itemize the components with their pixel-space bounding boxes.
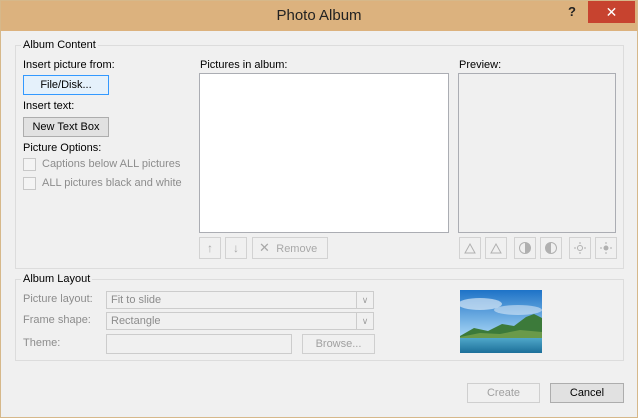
dialog-content: Album Content Insert picture from: File/… bbox=[9, 31, 631, 411]
album-content-label: Album Content bbox=[21, 39, 98, 51]
chevron-down-icon: ∨ bbox=[356, 292, 373, 308]
move-up-button[interactable]: ↑ bbox=[199, 237, 221, 259]
remove-x-icon: ✕ bbox=[259, 240, 270, 255]
arrow-down-icon: ↓ bbox=[233, 241, 239, 255]
brightness-up-icon bbox=[574, 242, 586, 254]
dialog-title: Photo Album bbox=[276, 7, 362, 24]
help-button[interactable]: ? bbox=[558, 1, 586, 23]
frame-shape-select[interactable]: Rectangle ∨ bbox=[106, 312, 374, 330]
insert-picture-label: Insert picture from: bbox=[23, 59, 115, 71]
chevron-down-icon: ∨ bbox=[356, 313, 373, 329]
album-layout-label: Album Layout bbox=[21, 273, 93, 285]
rotate-left-button[interactable] bbox=[459, 237, 481, 259]
contrast-up-icon bbox=[519, 242, 531, 254]
picture-layout-value: Fit to slide bbox=[111, 294, 162, 306]
rotate-right-icon bbox=[490, 242, 502, 254]
contrast-up-button[interactable] bbox=[514, 237, 536, 259]
frame-shape-label: Frame shape: bbox=[23, 314, 91, 326]
theme-label: Theme: bbox=[23, 337, 61, 349]
picture-layout-label: Picture layout: bbox=[23, 293, 93, 305]
preview-label: Preview: bbox=[459, 59, 502, 71]
brightness-down-icon bbox=[600, 242, 612, 254]
move-down-button[interactable]: ↓ bbox=[225, 237, 247, 259]
create-button[interactable]: Create bbox=[467, 383, 540, 403]
browse-button[interactable]: Browse... bbox=[302, 334, 375, 354]
frame-shape-value: Rectangle bbox=[111, 315, 161, 327]
captions-checkbox-label: Captions below ALL pictures bbox=[42, 158, 181, 170]
layout-preview-thumbnail bbox=[460, 290, 542, 353]
captions-checkbox[interactable] bbox=[23, 158, 36, 171]
rotate-right-button[interactable] bbox=[485, 237, 507, 259]
remove-button[interactable]: ✕ Remove bbox=[252, 237, 328, 259]
layout-preview-image bbox=[460, 290, 542, 353]
new-text-box-button[interactable]: New Text Box bbox=[23, 117, 109, 137]
black-white-checkbox-label: ALL pictures black and white bbox=[42, 177, 182, 189]
brightness-up-button[interactable] bbox=[569, 237, 591, 259]
brightness-down-button[interactable] bbox=[595, 237, 617, 259]
theme-input[interactable] bbox=[106, 334, 292, 354]
photo-album-dialog: Photo Album ? ✕ Album Content Insert pic… bbox=[0, 0, 638, 418]
pictures-in-album-label: Pictures in album: bbox=[200, 59, 288, 71]
close-button[interactable]: ✕ bbox=[588, 1, 635, 23]
arrow-up-icon: ↑ bbox=[207, 241, 213, 255]
insert-text-label: Insert text: bbox=[23, 100, 75, 112]
contrast-down-icon bbox=[545, 242, 557, 254]
black-white-checkbox[interactable] bbox=[23, 177, 36, 190]
preview-pane bbox=[458, 73, 616, 233]
picture-options-label: Picture Options: bbox=[23, 142, 102, 154]
picture-layout-select[interactable]: Fit to slide ∨ bbox=[106, 291, 374, 309]
remove-button-label: Remove bbox=[276, 243, 318, 255]
cancel-button[interactable]: Cancel bbox=[550, 383, 624, 403]
file-disk-button[interactable]: File/Disk... bbox=[23, 75, 109, 95]
rotate-left-icon bbox=[464, 242, 476, 254]
pictures-in-album-list[interactable] bbox=[199, 73, 449, 233]
contrast-down-button[interactable] bbox=[540, 237, 562, 259]
